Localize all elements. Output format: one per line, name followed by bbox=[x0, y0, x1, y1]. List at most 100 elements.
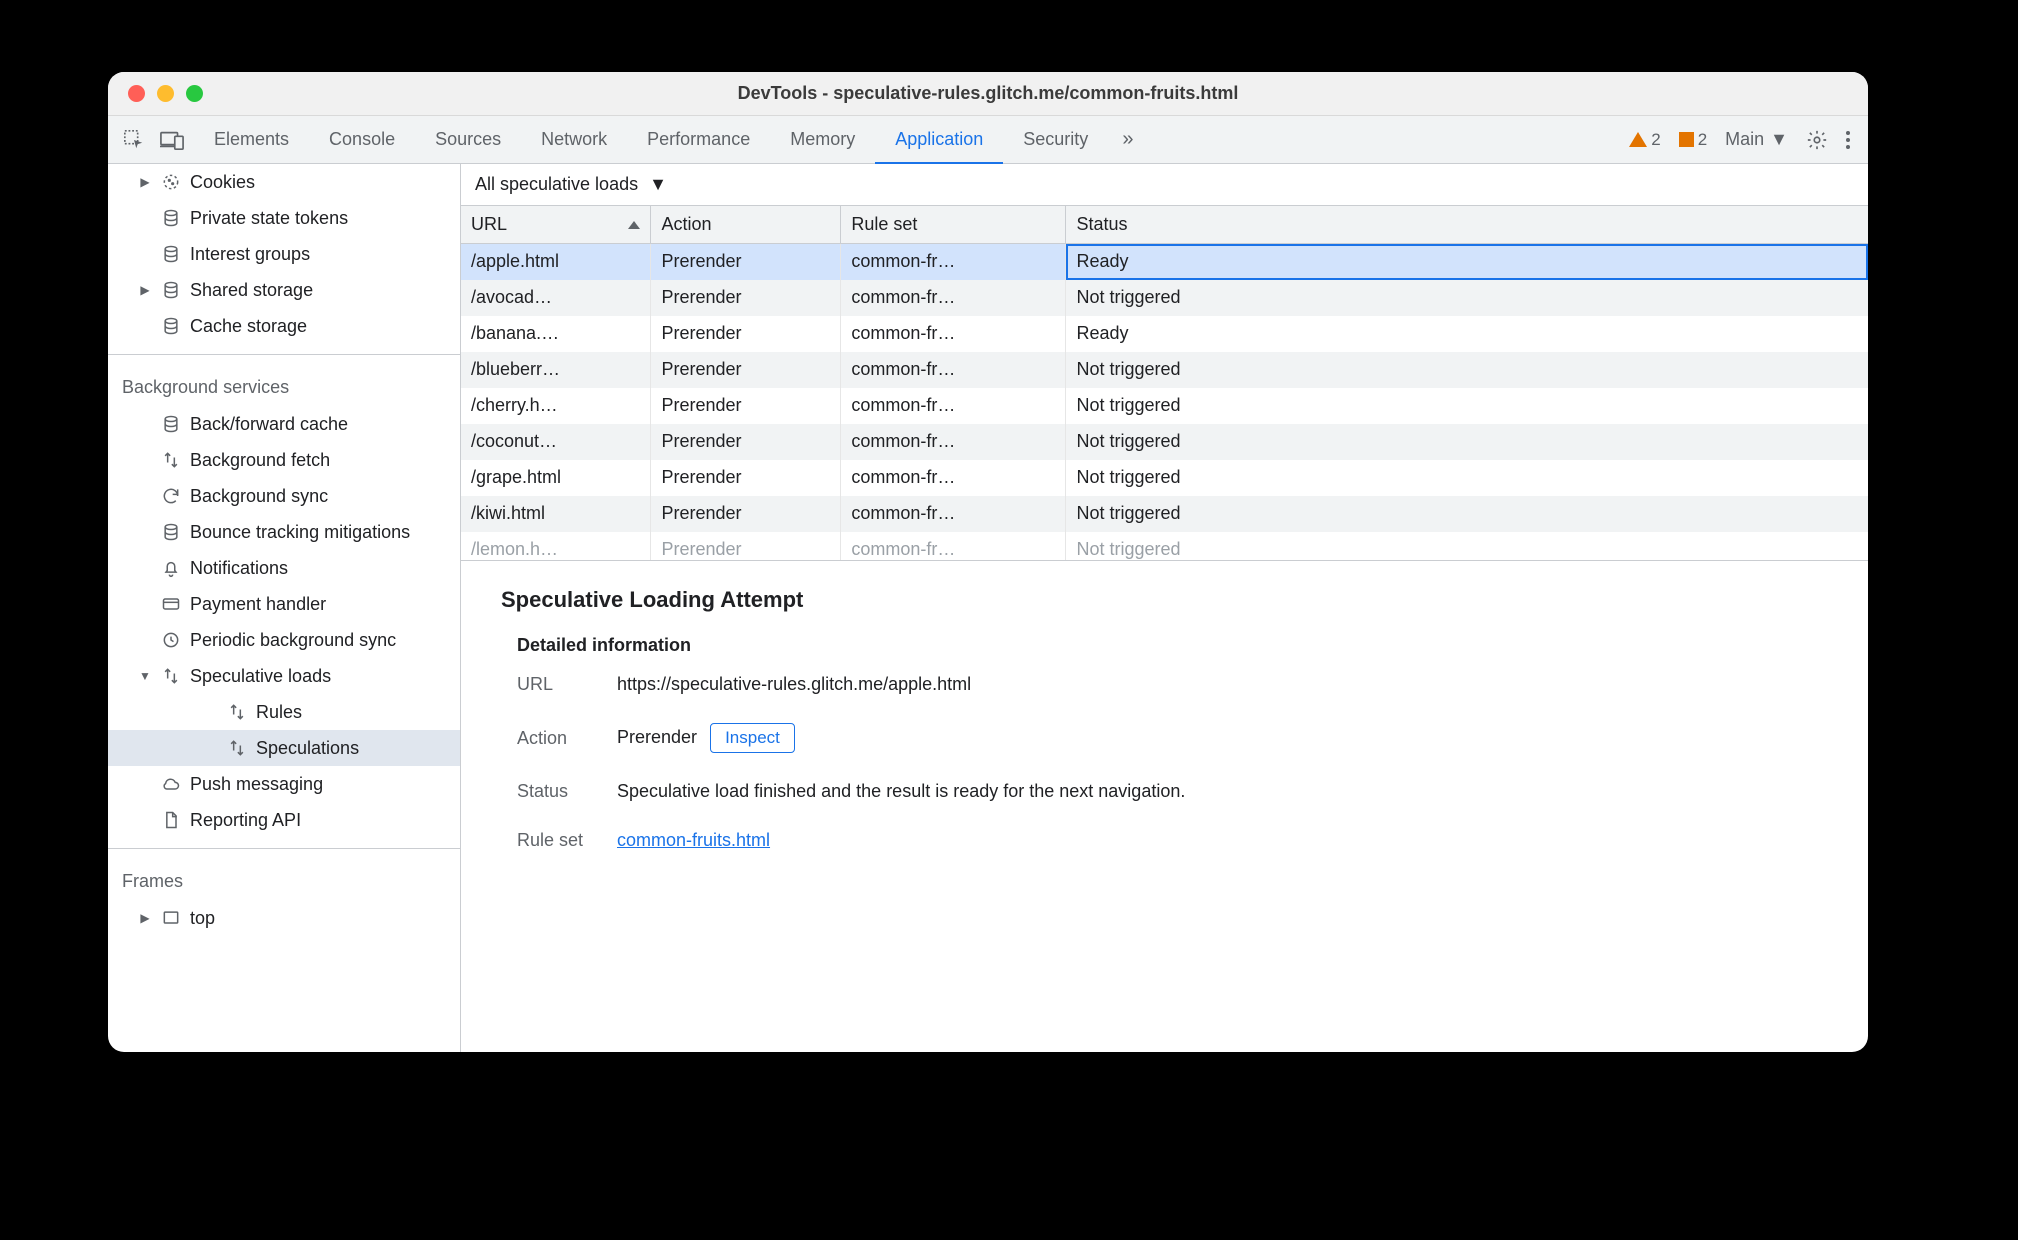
table-row[interactable]: /apple.htmlPrerendercommon-fr…Ready bbox=[461, 244, 1868, 280]
sidebar-item-notifications[interactable]: Notifications bbox=[108, 550, 460, 586]
sidebar-item-back-forward-cache[interactable]: Back/forward cache bbox=[108, 406, 460, 442]
detail-status-label: Status bbox=[517, 781, 597, 802]
cell-action: Prerender bbox=[651, 424, 841, 460]
device-toolbar-icon[interactable] bbox=[160, 128, 184, 152]
content-area: All speculative loads ▼ URLActionRule se… bbox=[461, 164, 1868, 1052]
cell-action: Prerender bbox=[651, 388, 841, 424]
tab-console[interactable]: Console bbox=[309, 116, 415, 163]
sidebar-item-push-messaging[interactable]: Push messaging bbox=[108, 766, 460, 802]
cell-ruleset: common-fr… bbox=[841, 244, 1066, 280]
sidebar-heading-background-services: Background services bbox=[108, 365, 460, 406]
table-row[interactable]: /grape.htmlPrerendercommon-fr…Not trigge… bbox=[461, 460, 1868, 496]
zoom-window-button[interactable] bbox=[186, 85, 203, 102]
cell-action: Prerender bbox=[651, 532, 841, 561]
table-row[interactable]: /kiwi.htmlPrerendercommon-fr…Not trigger… bbox=[461, 496, 1868, 532]
updown-icon bbox=[160, 665, 182, 687]
tab-elements[interactable]: Elements bbox=[194, 116, 309, 163]
column-header-rule-set[interactable]: Rule set bbox=[841, 206, 1066, 244]
detail-ruleset-link[interactable]: common-fruits.html bbox=[617, 830, 770, 850]
sidebar-item-periodic-background-sync[interactable]: Periodic background sync bbox=[108, 622, 460, 658]
more-options-button[interactable] bbox=[1846, 131, 1850, 149]
sidebar-item-rules[interactable]: Rules bbox=[108, 694, 460, 730]
sidebar-item-background-fetch[interactable]: Background fetch bbox=[108, 442, 460, 478]
issues-badge[interactable]: 2 bbox=[1679, 130, 1707, 150]
sidebar-item-payment-handler[interactable]: Payment handler bbox=[108, 586, 460, 622]
cell-status: Not triggered bbox=[1066, 280, 1868, 316]
sidebar-item-label: Payment handler bbox=[190, 594, 326, 615]
overflow-tabs-button[interactable]: » bbox=[1108, 128, 1133, 151]
sync-icon bbox=[160, 485, 182, 507]
cell-action: Prerender bbox=[651, 496, 841, 532]
tab-security[interactable]: Security bbox=[1003, 116, 1108, 163]
updown-icon bbox=[226, 701, 248, 723]
issues-count: 2 bbox=[1698, 130, 1707, 150]
devtools-window: DevTools - speculative-rules.glitch.me/c… bbox=[108, 72, 1868, 1052]
tab-performance[interactable]: Performance bbox=[627, 116, 770, 163]
application-sidebar: ▶CookiesPrivate state tokensInterest gro… bbox=[108, 164, 461, 1052]
frame-icon bbox=[160, 907, 182, 929]
sidebar-item-speculative-loads[interactable]: ▼Speculative loads bbox=[108, 658, 460, 694]
sidebar-item-reporting-api[interactable]: Reporting API bbox=[108, 802, 460, 838]
table-row[interactable]: /banana.…Prerendercommon-fr…Ready bbox=[461, 316, 1868, 352]
db-icon bbox=[160, 207, 182, 229]
detail-url-label: URL bbox=[517, 674, 597, 695]
sidebar-item-shared-storage[interactable]: ▶ Shared storage bbox=[108, 272, 460, 308]
sidebar-item-label: Cookies bbox=[190, 172, 255, 193]
sidebar-item-label: Cache storage bbox=[190, 316, 307, 337]
close-window-button[interactable] bbox=[128, 85, 145, 102]
tab-memory[interactable]: Memory bbox=[770, 116, 875, 163]
tab-application[interactable]: Application bbox=[875, 116, 1003, 164]
sidebar-item-speculations[interactable]: Speculations bbox=[108, 730, 460, 766]
sidebar-item-cookies[interactable]: ▶Cookies bbox=[108, 164, 460, 200]
db-icon bbox=[160, 521, 182, 543]
settings-button[interactable] bbox=[1806, 129, 1828, 151]
sidebar-item-label: Shared storage bbox=[190, 280, 313, 301]
cell-action: Prerender bbox=[651, 280, 841, 316]
clock-icon bbox=[160, 629, 182, 651]
cell-ruleset: common-fr… bbox=[841, 496, 1066, 532]
detail-url-value: https://speculative-rules.glitch.me/appl… bbox=[617, 674, 971, 695]
cookie-icon bbox=[160, 171, 182, 193]
sidebar-item-background-sync[interactable]: Background sync bbox=[108, 478, 460, 514]
table-row[interactable]: /avocad…Prerendercommon-fr…Not triggered bbox=[461, 280, 1868, 316]
cell-url: /apple.html bbox=[461, 244, 651, 280]
updown-icon bbox=[226, 737, 248, 759]
column-header-status[interactable]: Status bbox=[1066, 206, 1868, 244]
sidebar-item-bounce-tracking-mitigations[interactable]: Bounce tracking mitigations bbox=[108, 514, 460, 550]
tab-network[interactable]: Network bbox=[521, 116, 627, 163]
sidebar-item-interest-groups[interactable]: Interest groups bbox=[108, 236, 460, 272]
table-row[interactable]: /lemon.h…Prerendercommon-fr…Not triggere… bbox=[461, 532, 1868, 561]
table-row[interactable]: /cherry.h…Prerendercommon-fr…Not trigger… bbox=[461, 388, 1868, 424]
sidebar-item-cache-storage[interactable]: Cache storage bbox=[108, 308, 460, 344]
cell-status: Not triggered bbox=[1066, 496, 1868, 532]
sidebar-item-label: Interest groups bbox=[190, 244, 310, 265]
table-row[interactable]: /coconut…Prerendercommon-fr…Not triggere… bbox=[461, 424, 1868, 460]
minimize-window-button[interactable] bbox=[157, 85, 174, 102]
sidebar-item-label: Private state tokens bbox=[190, 208, 348, 229]
tab-sources[interactable]: Sources bbox=[415, 116, 521, 163]
column-header-action[interactable]: Action bbox=[651, 206, 841, 244]
file-icon bbox=[160, 809, 182, 831]
filter-label: All speculative loads bbox=[475, 174, 638, 194]
filter-dropdown[interactable]: All speculative loads ▼ bbox=[475, 174, 667, 195]
table-row[interactable]: /blueberr…Prerendercommon-fr…Not trigger… bbox=[461, 352, 1868, 388]
sidebar-item-private-state-tokens[interactable]: Private state tokens bbox=[108, 200, 460, 236]
inspect-element-icon[interactable] bbox=[122, 128, 146, 152]
chevron-right-icon: ▶ bbox=[138, 283, 152, 297]
detail-status-value: Speculative load finished and the result… bbox=[617, 781, 1185, 802]
cell-ruleset: common-fr… bbox=[841, 424, 1066, 460]
sidebar-item-label: Reporting API bbox=[190, 810, 301, 831]
warnings-badge[interactable]: 2 bbox=[1629, 130, 1660, 150]
sidebar-item-label: Push messaging bbox=[190, 774, 323, 795]
cell-status: Not triggered bbox=[1066, 352, 1868, 388]
column-header-url[interactable]: URL bbox=[461, 206, 651, 244]
target-selector[interactable]: Main ▼ bbox=[1725, 129, 1788, 150]
detail-ruleset-label: Rule set bbox=[517, 830, 597, 851]
chevron-down-icon: ▼ bbox=[643, 174, 667, 194]
sidebar-item-top[interactable]: ▶top bbox=[108, 900, 460, 936]
sort-asc-icon bbox=[628, 221, 640, 229]
inspect-button[interactable]: Inspect bbox=[710, 723, 795, 753]
speculations-table-wrap: URLActionRule setStatus /apple.htmlPrere… bbox=[461, 206, 1868, 561]
updown-icon bbox=[160, 449, 182, 471]
cell-url: /kiwi.html bbox=[461, 496, 651, 532]
